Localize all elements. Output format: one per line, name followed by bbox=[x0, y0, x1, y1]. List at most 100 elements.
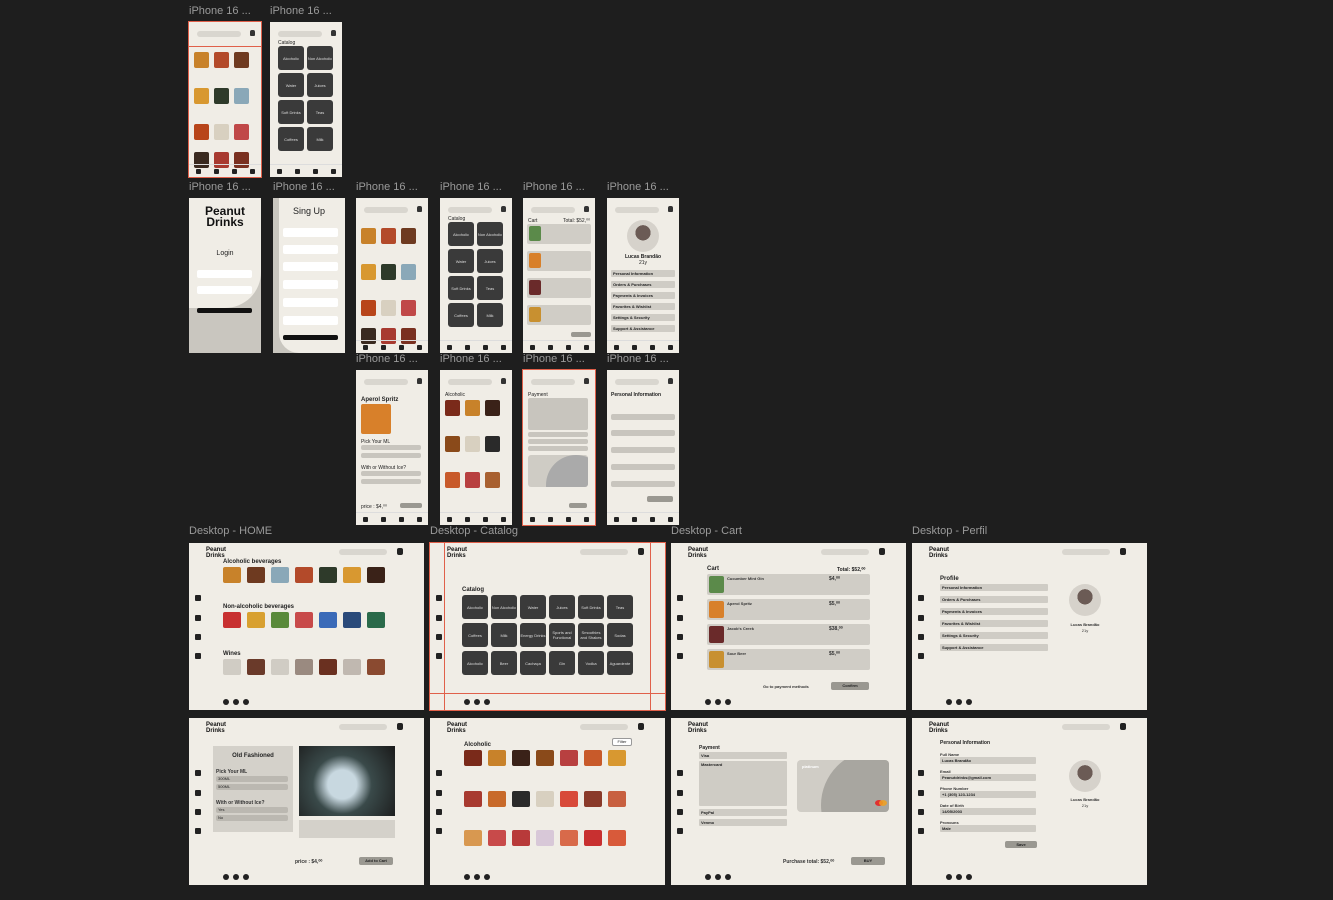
linkedin-icon[interactable] bbox=[966, 699, 972, 705]
search-icon[interactable] bbox=[677, 615, 683, 621]
home-icon[interactable] bbox=[276, 168, 282, 174]
tile-alcoholic[interactable]: Alcoholic bbox=[448, 222, 474, 246]
bell-icon[interactable] bbox=[250, 30, 255, 36]
instagram-icon[interactable] bbox=[946, 874, 952, 880]
search-icon[interactable] bbox=[464, 516, 470, 522]
search-icon[interactable] bbox=[294, 168, 300, 174]
search-icon[interactable] bbox=[547, 344, 553, 350]
tile-smoothies[interactable]: Smoothies and Shakes bbox=[578, 623, 604, 647]
tile-soft-drinks[interactable]: Soft Drinks bbox=[448, 276, 474, 300]
search-input[interactable] bbox=[615, 379, 659, 385]
home-icon[interactable] bbox=[529, 516, 535, 522]
bell-icon[interactable] bbox=[584, 206, 589, 212]
cart-icon[interactable] bbox=[565, 344, 571, 350]
buy-button[interactable]: BUY bbox=[851, 857, 885, 865]
tile-water[interactable]: Water bbox=[278, 73, 304, 97]
iphone-cart-frame[interactable]: Cart Total: $52,⁰⁰ bbox=[523, 198, 595, 353]
linkedin-icon[interactable] bbox=[484, 699, 490, 705]
tile-soft-drinks[interactable]: Soft Drinks bbox=[578, 595, 604, 619]
bell-icon[interactable] bbox=[584, 378, 589, 384]
phone-field[interactable] bbox=[283, 280, 338, 289]
iphone-signup-frame[interactable]: Sing Up bbox=[273, 198, 345, 353]
search-input[interactable] bbox=[364, 207, 408, 213]
tile-sports-functional[interactable]: Sports and Functional bbox=[549, 623, 575, 647]
cart-icon[interactable] bbox=[649, 516, 655, 522]
profile-icon[interactable] bbox=[667, 516, 673, 522]
mastercard-option[interactable] bbox=[528, 398, 588, 430]
desktop-payment-frame[interactable]: Peanut Drinks Payment Visa Mastercard Pay… bbox=[671, 718, 906, 885]
home-icon[interactable] bbox=[362, 344, 368, 350]
profile-icon[interactable] bbox=[677, 828, 683, 834]
search-icon[interactable] bbox=[547, 516, 553, 522]
profile-icon[interactable] bbox=[416, 516, 422, 522]
option-no[interactable]: No bbox=[216, 815, 288, 821]
tile-juices[interactable]: Juices bbox=[307, 73, 333, 97]
instagram-icon[interactable] bbox=[946, 699, 952, 705]
home-icon[interactable] bbox=[362, 516, 368, 522]
email-field[interactable]: Peanutdrinks@gmail.com bbox=[940, 774, 1036, 781]
tile-teas[interactable]: Teas bbox=[607, 595, 633, 619]
bell-icon[interactable] bbox=[501, 378, 506, 384]
cart-icon[interactable] bbox=[649, 344, 655, 350]
visa-option[interactable]: Visa bbox=[699, 752, 787, 759]
facebook-icon[interactable] bbox=[474, 874, 480, 880]
tile-milk[interactable]: Milk bbox=[477, 303, 503, 327]
search-input[interactable] bbox=[448, 207, 492, 213]
login-button[interactable] bbox=[197, 308, 252, 313]
save-button[interactable] bbox=[647, 496, 673, 502]
home-icon[interactable] bbox=[918, 595, 924, 601]
option-300ml[interactable]: 300ML bbox=[216, 776, 288, 782]
search-input[interactable] bbox=[278, 31, 322, 37]
tile-cachaca[interactable]: Cachaça bbox=[520, 651, 546, 675]
search-icon[interactable] bbox=[464, 344, 470, 350]
bell-icon[interactable] bbox=[1120, 548, 1126, 555]
search-icon[interactable] bbox=[436, 615, 442, 621]
linkedin-icon[interactable] bbox=[243, 699, 249, 705]
menu-personal-info[interactable]: Personal Information bbox=[611, 270, 675, 277]
linkedin-icon[interactable] bbox=[725, 874, 731, 880]
tile-milk[interactable]: Milk bbox=[307, 127, 333, 151]
save-button[interactable]: Save bbox=[1005, 841, 1037, 848]
cart-icon[interactable] bbox=[482, 516, 488, 522]
mastercard-option[interactable]: Mastercard bbox=[699, 761, 787, 806]
option-500ml[interactable] bbox=[361, 453, 421, 458]
tile-sodas[interactable]: Sodas bbox=[607, 623, 633, 647]
desktop-product-frame[interactable]: Peanut Drinks Old Fashioned Pick Your ML … bbox=[189, 718, 424, 885]
home-icon[interactable] bbox=[446, 516, 452, 522]
facebook-icon[interactable] bbox=[715, 699, 721, 705]
profile-icon[interactable] bbox=[436, 653, 442, 659]
search-input[interactable] bbox=[339, 549, 387, 555]
option-500ml[interactable]: 500ML bbox=[216, 784, 288, 790]
profile-icon[interactable] bbox=[500, 344, 506, 350]
profile-icon[interactable] bbox=[195, 828, 201, 834]
search-icon[interactable] bbox=[631, 344, 637, 350]
desktop-personal-frame[interactable]: Peanut Drinks Personal Information Full N… bbox=[912, 718, 1147, 885]
cart-icon[interactable] bbox=[565, 516, 571, 522]
iphone-catalog2-frame[interactable]: Catalog Alcoholic Non Alcoholic Water Ju… bbox=[440, 198, 512, 353]
iphone-home2-frame[interactable] bbox=[356, 198, 428, 353]
cart-icon[interactable] bbox=[436, 809, 442, 815]
option-300ml[interactable] bbox=[361, 445, 421, 450]
gender-field[interactable]: Male bbox=[940, 825, 1036, 832]
dob-field[interactable]: 14/05/2003 bbox=[940, 808, 1036, 815]
facebook-icon[interactable] bbox=[715, 874, 721, 880]
tile-juices[interactable]: Juices bbox=[549, 595, 575, 619]
profile-icon[interactable] bbox=[416, 344, 422, 350]
gender-field[interactable] bbox=[611, 481, 675, 487]
menu-support[interactable]: Support & Assistance bbox=[611, 325, 675, 332]
linkedin-icon[interactable] bbox=[243, 874, 249, 880]
profile-icon[interactable] bbox=[918, 653, 924, 659]
bell-icon[interactable] bbox=[417, 378, 422, 384]
option-no[interactable] bbox=[361, 479, 421, 484]
tile-water[interactable]: Water bbox=[520, 595, 546, 619]
iphone-catalog-frame[interactable]: Catalog Alcoholic Non Alcoholic Water Ju… bbox=[270, 22, 342, 177]
menu-settings[interactable]: Settings & Security bbox=[940, 632, 1048, 639]
bell-icon[interactable] bbox=[397, 548, 403, 555]
instagram-icon[interactable] bbox=[223, 699, 229, 705]
profile-icon[interactable] bbox=[436, 828, 442, 834]
tile-soft-drinks[interactable]: Soft Drinks bbox=[278, 100, 304, 124]
first-name-field[interactable] bbox=[283, 228, 338, 237]
go-payment-link[interactable]: Go to payment methods bbox=[763, 684, 809, 689]
search-icon[interactable] bbox=[380, 344, 386, 350]
profile-icon[interactable] bbox=[195, 653, 201, 659]
